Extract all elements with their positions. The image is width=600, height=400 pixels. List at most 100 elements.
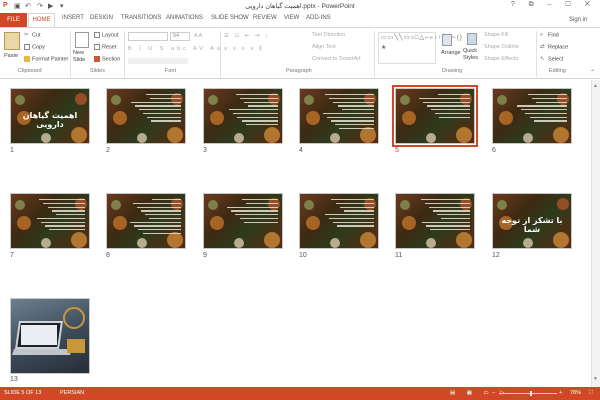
font-color-row[interactable] <box>128 58 188 64</box>
herb-image-spot <box>330 238 340 248</box>
paste-icon[interactable] <box>4 32 20 50</box>
section-button[interactable]: Section <box>94 56 120 62</box>
new-slide-button[interactable]: New Slide <box>73 50 93 64</box>
tab-slide-show[interactable]: SLIDE SHOW <box>211 15 249 21</box>
herb-image-spot <box>497 200 507 210</box>
align-text-button[interactable]: Align Text <box>312 44 336 50</box>
align-buttons[interactable]: ≡ ≡ ≡ ≡ ⫼ <box>224 46 263 53</box>
shape-outline-button[interactable]: Shape Outline <box>484 44 519 50</box>
herb-image-spot <box>400 95 410 105</box>
arrange-icon[interactable] <box>442 34 452 46</box>
zoom-slider[interactable] <box>499 393 557 394</box>
new-slide-icon[interactable] <box>75 32 89 48</box>
window-controls[interactable]: ? ⧉ – ▢ ✕ <box>511 1 596 9</box>
tab-file[interactable]: FILE <box>0 13 27 27</box>
text-line <box>44 225 85 227</box>
select-button[interactable]: ↖ Select <box>540 56 563 62</box>
slide-thumbnail[interactable] <box>395 193 475 249</box>
zoom-slider-thumb[interactable] <box>530 391 532 396</box>
shape-fill-button[interactable]: Shape Fill <box>484 32 508 38</box>
replace-button[interactable]: ⇄ Replace <box>540 44 568 50</box>
reset-button[interactable]: Reset <box>94 44 116 50</box>
convert-smartart-button[interactable]: Convert to SmartArt <box>312 56 361 62</box>
slide-thumbnail[interactable] <box>106 193 186 249</box>
herb-image-spot <box>497 95 507 105</box>
slide-thumbnail[interactable] <box>299 88 379 144</box>
circle-graphic <box>63 307 85 329</box>
text-line <box>428 206 470 208</box>
quick-styles-icon[interactable] <box>467 33 477 45</box>
grow-font-icon[interactable]: A A <box>194 33 202 39</box>
find-button[interactable]: ⌕ Find <box>540 32 559 38</box>
slide-number: 1 <box>10 147 14 154</box>
slide-thumbnail[interactable] <box>10 298 90 374</box>
format-painter-button[interactable]: Format Painter <box>24 56 68 62</box>
paste-button[interactable]: Paste <box>4 53 18 59</box>
zoom-level[interactable]: 78% <box>570 390 581 396</box>
tab-view[interactable]: VIEW <box>284 15 299 21</box>
herb-image-spot <box>113 216 127 230</box>
select-label: Select <box>548 56 564 63</box>
slide-thumbnail[interactable]: اهمیت گیاهان دارویی <box>10 88 90 144</box>
slide-thumbnail[interactable] <box>492 88 572 144</box>
herb-image-spot <box>499 111 513 125</box>
list-buttons[interactable]: ☰ ☷ ⇤ ⇥ ↕ <box>224 33 270 39</box>
slide-thumbnail[interactable] <box>299 193 379 249</box>
herb-image-spot <box>234 133 244 143</box>
ribbon: Paste ✂ Cut Copy Format Painter Clipboard… <box>0 27 600 79</box>
herb-image-spot <box>15 95 25 105</box>
scroll-up-icon[interactable]: ▲ <box>593 83 598 89</box>
herb-image-spot <box>71 127 87 143</box>
herb-image-spot <box>137 238 147 248</box>
tab-review[interactable]: REVIEW <box>253 15 277 21</box>
zoom-in-icon[interactable]: + <box>559 390 562 396</box>
slide-thumbnail[interactable] <box>203 193 283 249</box>
copy-button[interactable]: Copy <box>24 44 45 50</box>
slide-thumbnail[interactable] <box>203 88 283 144</box>
language-indicator[interactable]: PERSIAN <box>60 390 84 396</box>
tab-insert[interactable]: INSERT <box>62 15 84 21</box>
font-size-box[interactable]: 54 <box>170 32 190 41</box>
layout-button[interactable]: Layout <box>94 32 119 38</box>
text-line <box>49 229 85 231</box>
copy-label: Copy <box>32 44 45 51</box>
herb-image-spot <box>41 133 51 143</box>
text-direction-button[interactable]: Text Direction <box>312 32 345 38</box>
slide-thumbnail[interactable] <box>106 88 186 144</box>
slide-thumbnail[interactable] <box>10 193 90 249</box>
herb-image-spot <box>71 232 87 248</box>
slide-text-lines <box>33 199 85 233</box>
tab-add-ins[interactable]: ADD-INS <box>306 15 331 21</box>
shapes-gallery[interactable]: ▭▭╲╲▭○□△⌐⌐↓↑╰⤷⌒{}★ <box>378 32 462 64</box>
cut-button[interactable]: ✂ Cut <box>24 32 41 38</box>
text-line <box>235 94 278 96</box>
tab-animations[interactable]: ANIMATIONS <box>166 15 203 21</box>
text-line <box>431 109 470 111</box>
slide-thumbnail[interactable] <box>392 85 478 147</box>
text-line <box>521 109 567 111</box>
sign-in-link[interactable]: Sign in <box>569 17 587 23</box>
herb-image-spot <box>264 127 280 143</box>
text-line <box>149 97 181 99</box>
scroll-down-icon[interactable]: ▼ <box>593 376 598 382</box>
fit-slide-icon[interactable]: ⛶ <box>589 390 593 397</box>
group-divider <box>220 31 221 77</box>
shape-effects-button[interactable]: Shape Effects <box>484 56 518 62</box>
text-line <box>441 217 470 220</box>
quick-styles-button[interactable]: Quick Styles <box>463 48 481 62</box>
font-name-box[interactable] <box>128 32 168 41</box>
laptop-screen-image <box>21 325 57 345</box>
tab-design[interactable]: DESIGN <box>90 15 113 21</box>
font-style-buttons[interactable]: B I U S abc AV Aa <box>128 46 223 52</box>
tab-home[interactable]: HOME <box>28 13 55 28</box>
text-line <box>151 120 181 122</box>
text-line <box>143 112 181 115</box>
vertical-scrollbar[interactable]: ▲ ▼ <box>591 80 600 387</box>
collapse-ribbon-icon[interactable]: ⌃ <box>590 69 595 76</box>
text-line <box>55 214 85 216</box>
text-line <box>435 112 470 115</box>
arrange-button[interactable]: Arrange <box>441 50 461 56</box>
zoom-out-icon[interactable]: – <box>492 390 495 396</box>
tab-transitions[interactable]: TRANSITIONS <box>121 15 161 21</box>
slide-thumbnail[interactable]: با تشکر از توجه شما <box>492 193 572 249</box>
